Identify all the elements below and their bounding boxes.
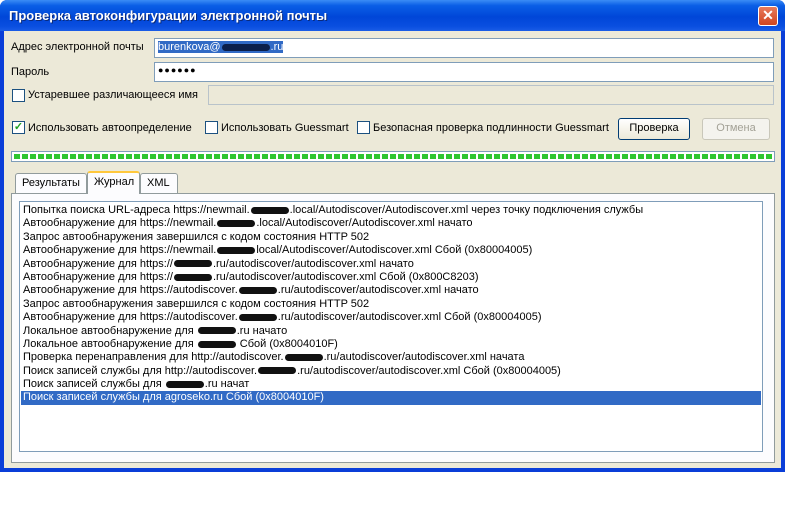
log-row[interactable]: Поиск записей службы для agroseko.ru Сбо…: [21, 391, 761, 405]
tab-results[interactable]: Результаты: [15, 173, 87, 193]
log-row-text: .ru/autodiscover/autodiscover.xml начато: [212, 257, 414, 270]
redacted-mark: [221, 43, 270, 51]
secure-guessmart-label: Безопасная проверка подлинности Guessmar…: [373, 122, 609, 134]
legacy-dn-field[interactable]: [208, 85, 774, 105]
log-row-text: Автообнаружение для https://: [23, 270, 173, 283]
cancel-button[interactable]: Отмена: [702, 118, 770, 140]
log-row-text: Автообнаружение для https://newmail.: [23, 244, 217, 257]
guessmart-checkbox[interactable]: [205, 121, 218, 134]
redacted-mark: [238, 286, 277, 294]
log-row-text: Проверка перенаправления для http://auto…: [23, 351, 284, 364]
password-label: Пароль: [11, 66, 50, 78]
redacted-mark: [284, 353, 323, 361]
log-row-text: Поиск записей службы для http://autodisc…: [23, 364, 258, 377]
log-row[interactable]: Автообнаружение для https://newmail. loca…: [21, 244, 761, 257]
redacted-mark: [258, 367, 297, 375]
log-row[interactable]: Автообнаружение для https://newmail. .loc…: [21, 217, 761, 230]
log-row-text: .ru/autodiscover/autodiscover.xml Сбой (…: [212, 270, 479, 283]
autodetect-checkbox[interactable]: ✓: [12, 121, 25, 134]
redacted-mark: [173, 273, 212, 281]
log-row-text: .ru начато: [236, 324, 288, 337]
log-row[interactable]: Автообнаружение для https:// .ru/autodisc…: [21, 258, 761, 271]
redacted-mark: [250, 206, 289, 214]
window-title: Проверка автоконфигурации электронной по…: [9, 8, 328, 23]
log-row[interactable]: Автообнаружение для https://autodiscover…: [21, 284, 761, 297]
legacy-dn-checkbox[interactable]: [12, 89, 25, 102]
password-field[interactable]: ●●●●●●: [154, 62, 774, 82]
log-row[interactable]: Запрос автообнаружения завершился с кодо…: [21, 231, 761, 244]
log-row-text: Попытка поиска URL-адреса https://newmai…: [23, 204, 250, 216]
log-row[interactable]: Проверка перенаправления для http://auto…: [21, 351, 761, 364]
log-row-text: Поиск записей службы для: [23, 378, 165, 391]
log-row-text: local/Autodiscover/Autodiscover.xml Сбой…: [256, 244, 533, 257]
tab-log[interactable]: Журнал: [87, 171, 140, 194]
log-listbox[interactable]: Попытка поиска URL-адреса https://newmai…: [19, 201, 763, 452]
tab-xml[interactable]: XML: [140, 173, 178, 193]
autodetect-label: Использовать автоопределение: [28, 122, 192, 134]
redacted-mark: [197, 340, 236, 348]
redacted-mark: [173, 260, 212, 268]
log-row-text: Локальное автообнаружение для: [23, 324, 197, 337]
log-row-text: Автообнаружение для https://: [23, 257, 173, 270]
progress-fill: [14, 154, 772, 159]
log-row[interactable]: Запрос автообнаружения завершился с кодо…: [21, 298, 761, 311]
log-row[interactable]: Автообнаружение для https:// .ru/autodisc…: [21, 271, 761, 284]
log-row-text: .local/Autodiscover/Autodiscover.xml чер…: [289, 204, 644, 216]
redacted-mark: [217, 219, 256, 227]
test-button[interactable]: Проверка: [618, 118, 690, 140]
log-row-text: Автообнаружение для https://autodiscover…: [23, 284, 238, 297]
dialog-client-area: Адрес электронной почты burenkova@ .ru Па…: [4, 31, 781, 468]
log-row-text: Запрос автообнаружения завершился с кодо…: [23, 230, 370, 243]
log-row[interactable]: Поиск записей службы для http://autodisc…: [21, 365, 761, 378]
log-row[interactable]: Локальное автообнаружение для .ru начато: [21, 325, 761, 338]
redacted-mark: [217, 246, 256, 254]
log-row-text: Автообнаружение для https://newmail.: [23, 217, 217, 230]
log-row-text: .ru/autodiscover/autodiscover.xml начата: [323, 351, 525, 364]
log-row-text: Сбой (0x8004010F): [236, 337, 338, 350]
guessmart-label: Использовать Guessmart: [221, 122, 349, 134]
close-button[interactable]: ✕: [758, 6, 778, 26]
email-value-selected: burenkova@ .ru: [158, 41, 284, 53]
dialog-window: Проверка автоконфигурации электронной по…: [0, 0, 785, 472]
redacted-mark: [238, 313, 277, 321]
title-bar[interactable]: Проверка автоконфигурации электронной по…: [0, 0, 785, 31]
email-label: Адрес электронной почты: [11, 41, 144, 53]
log-row-text: .ru/autodiscover/autodiscover.xml Сбой (…: [277, 311, 542, 324]
log-row-text: Запрос автообнаружения завершился с кодо…: [23, 297, 370, 310]
log-row[interactable]: Локальное автообнаружение для Сбой (0x80…: [21, 338, 761, 351]
log-row-text: .ru начат: [204, 378, 250, 391]
progress-bar: [11, 151, 775, 162]
log-row-text: .local/Autodiscover/Autodiscover.xml нач…: [256, 217, 473, 230]
redacted-mark: [197, 327, 236, 335]
email-field[interactable]: burenkova@ .ru: [154, 38, 774, 58]
log-row[interactable]: Автообнаружение для https://autodiscover…: [21, 311, 761, 324]
log-row-text: Автообнаружение для https://autodiscover…: [23, 311, 238, 324]
log-row-text: Поиск записей службы для agroseko.ru Сбо…: [23, 391, 324, 404]
redacted-mark: [165, 380, 204, 388]
log-row-text: Локальное автообнаружение для: [23, 337, 197, 350]
log-row-text: .ru/autodiscover/autodiscover.xml Сбой (…: [297, 364, 561, 377]
log-tab-panel: Попытка поиска URL-адреса https://newmai…: [11, 193, 775, 463]
log-row-text: .ru/autodiscover/autodiscover.xml начато: [277, 284, 479, 297]
legacy-dn-label: Устаревшее различающееся имя: [28, 89, 199, 101]
log-row[interactable]: Поиск записей службы для .ru начат: [21, 378, 761, 391]
secure-guessmart-checkbox[interactable]: [357, 121, 370, 134]
log-row[interactable]: Попытка поиска URL-адреса https://newmai…: [21, 204, 761, 217]
